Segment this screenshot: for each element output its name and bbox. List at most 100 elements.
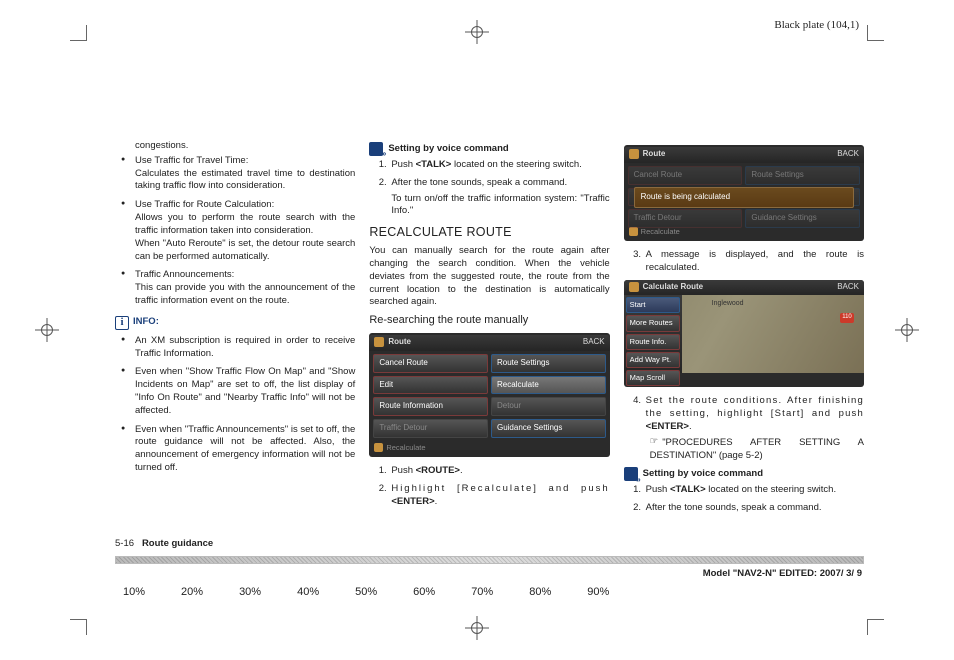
ss-btn-route-info: Route Info. — [626, 334, 680, 350]
voice-steps-2: Push <TALK> located on the steering swit… — [624, 484, 864, 515]
back-label: BACK — [583, 337, 605, 348]
crop-mark — [70, 40, 86, 41]
item-body: Allows you to perform the route search w… — [135, 212, 355, 236]
step-text: Push — [646, 484, 670, 495]
calculate-route-map-screenshot: Calculate Route BACK Start More Routes R… — [624, 280, 864, 388]
ss-foot-text: Recalculate — [386, 443, 425, 453]
route-calculating-screenshot: Route BACK Cancel Route Route Settings E… — [624, 145, 864, 241]
ss-btn-add-waypoint: Add Way Pt. — [626, 352, 680, 368]
density-scale: 10% 20% 30% 40% 50% 60% 70% 80% 90% — [115, 585, 864, 600]
list-item: Use Traffic for Route Calculation: Allow… — [125, 199, 355, 263]
back-label: BACK — [837, 282, 859, 293]
tail-text: congestions. — [115, 140, 355, 153]
recalc-steps-cont2: Set the route conditions. After finishin… — [624, 395, 864, 462]
route-button-ref: <ROUTE> — [416, 465, 460, 476]
crop-mark — [867, 25, 868, 41]
enter-button-ref: <ENTER> — [391, 496, 434, 507]
step-text: Push — [391, 159, 415, 170]
step-text: After the tone sounds, speak a command. — [391, 177, 567, 188]
section-label: Route guidance — [142, 538, 213, 549]
registration-mark — [35, 318, 59, 342]
foot-icon — [374, 443, 383, 452]
pct-label: 60% — [413, 585, 435, 600]
route-icon — [629, 149, 639, 159]
column-1: congestions. Use Traffic for Travel Time… — [115, 140, 355, 530]
info-list: An XM subscription is required in order … — [115, 335, 355, 475]
pct-label: 20% — [181, 585, 203, 600]
ss-btn-edit: Edit — [373, 376, 488, 395]
crop-mark — [70, 619, 86, 620]
ss-title: Route — [388, 337, 411, 348]
registration-mark — [465, 616, 489, 640]
ss-btn-route-settings: Route Settings — [491, 354, 606, 373]
item-title: Traffic Announcements: — [135, 269, 234, 280]
feature-list: Use Traffic for Travel Time: Calculates … — [115, 155, 355, 308]
page-body: congestions. Use Traffic for Travel Time… — [115, 60, 864, 600]
ss-title: Calculate Route — [643, 282, 703, 293]
page-ref-icon: ☞ — [650, 436, 659, 449]
page-number: 5-16 — [115, 538, 134, 549]
ss-btn-cancel-route: Cancel Route — [373, 354, 488, 373]
item-title: Use Traffic for Route Calculation: — [135, 199, 274, 210]
footer-rule — [115, 556, 864, 564]
step-text: located on the steering switch. — [706, 484, 836, 495]
pct-label: 50% — [355, 585, 377, 600]
route-icon — [629, 282, 639, 292]
step: Push <TALK> located on the steering swit… — [644, 484, 864, 497]
item-body2: When "Auto Reroute" is set, the detour r… — [135, 238, 355, 262]
registration-mark — [465, 20, 489, 44]
cross-ref: ☞"PROCEDURES AFTER SETTING A DESTINATION… — [646, 436, 864, 463]
crop-mark — [868, 40, 884, 41]
map-area: Start More Routes Route Info. Add Way Pt… — [624, 295, 864, 373]
crop-mark — [86, 25, 87, 41]
back-label: BACK — [837, 149, 859, 160]
info-heading: i INFO: — [115, 316, 355, 330]
page-footer: 5-16 Route guidance — [115, 530, 864, 553]
step: After the tone sounds, speak a command. … — [389, 177, 609, 218]
crop-mark — [86, 619, 87, 635]
step: Set the route conditions. After finishin… — [644, 395, 864, 462]
highway-shield-icon: 110 — [840, 313, 854, 323]
list-item: Traffic Announcements: This can provide … — [125, 269, 355, 307]
talk-button-ref: <TALK> — [670, 484, 706, 495]
voice-icon — [624, 467, 638, 481]
list-item: Even when "Show Traffic Flow On Map" and… — [125, 366, 355, 417]
step-text: . — [689, 421, 692, 432]
ref-text: "PROCEDURES AFTER SETTING A DESTINATION"… — [650, 437, 864, 461]
ss-btn-traffic-detour: Traffic Detour — [373, 419, 488, 438]
recalc-desc: You can manually search for the route ag… — [369, 245, 609, 309]
black-plate-label: Black plate (104,1) — [774, 18, 859, 33]
ss-foot-text: Recalculate — [641, 227, 680, 237]
item-body: This can provide you with the announceme… — [135, 282, 355, 306]
ss-btn-recalculate: Recalculate — [491, 376, 606, 395]
voice-icon — [369, 142, 383, 156]
step-text: . — [460, 465, 463, 476]
step: After the tone sounds, speak a command. — [644, 502, 864, 515]
step-sub: To turn on/off the traffic information s… — [391, 193, 609, 219]
info-label: INFO: — [133, 316, 159, 329]
ss-btn: Guidance Settings — [745, 209, 860, 228]
crop-mark — [867, 619, 868, 635]
pct-label: 30% — [239, 585, 261, 600]
step: A message is displayed, and the route is… — [644, 249, 864, 275]
route-icon — [374, 337, 384, 347]
column-3: Route BACK Cancel Route Route Settings E… — [624, 140, 864, 530]
voice-heading: Setting by voice command — [624, 467, 864, 481]
research-heading: Re-searching the route manually — [369, 313, 609, 328]
step-text: Highlight [Recalculate] and push — [391, 483, 609, 494]
item-body: Calculates the estimated travel time to … — [135, 168, 355, 192]
ss-btn-guidance-settings: Guidance Settings — [491, 419, 606, 438]
pct-label: 90% — [587, 585, 609, 600]
ss-btn-detour: Detour — [491, 397, 606, 416]
step-text: . — [435, 496, 438, 507]
step-text: Set the route conditions. After finishin… — [646, 395, 864, 419]
recalc-steps-cont: A message is displayed, and the route is… — [624, 249, 864, 275]
ss-btn: Route Settings — [745, 166, 860, 185]
registration-mark — [895, 318, 919, 342]
pct-label: 70% — [471, 585, 493, 600]
step-text: located on the steering switch. — [451, 159, 581, 170]
item-title: Use Traffic for Travel Time: — [135, 155, 248, 166]
list-item: Even when "Traffic Announcements" is set… — [125, 424, 355, 475]
ss-btn-map-scroll: Map Scroll — [626, 370, 680, 386]
step: Push <TALK> located on the steering swit… — [389, 159, 609, 172]
